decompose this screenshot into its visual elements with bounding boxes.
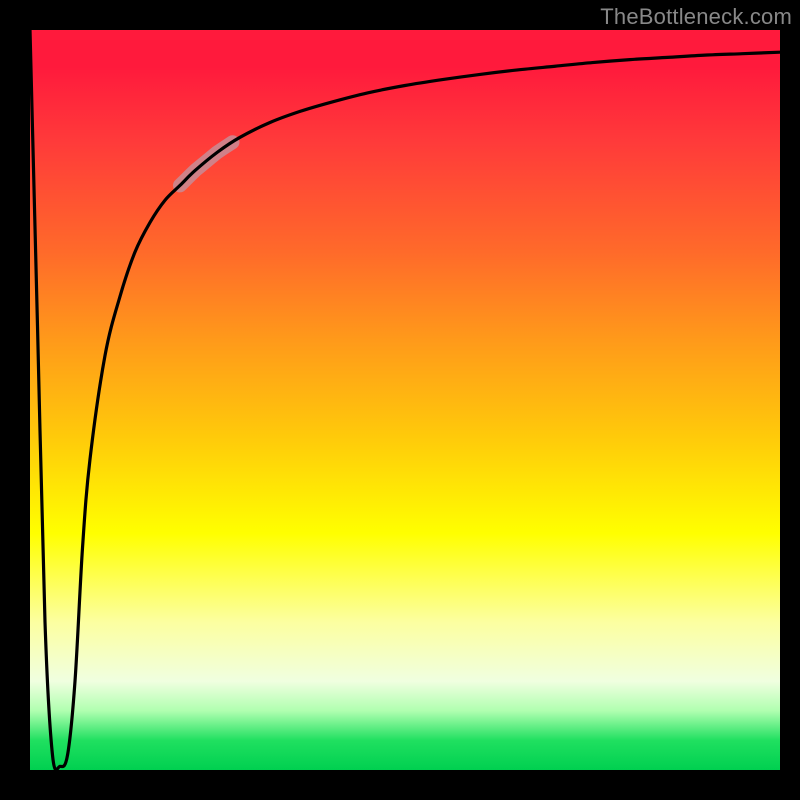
axis-left-border [0, 0, 30, 800]
axis-bottom-border [0, 770, 800, 800]
curve-overlay [30, 30, 780, 770]
bottleneck-chart: TheBottleneck.com [0, 0, 800, 800]
watermark-label: TheBottleneck.com [600, 4, 792, 30]
bottleneck-curve [30, 30, 780, 770]
